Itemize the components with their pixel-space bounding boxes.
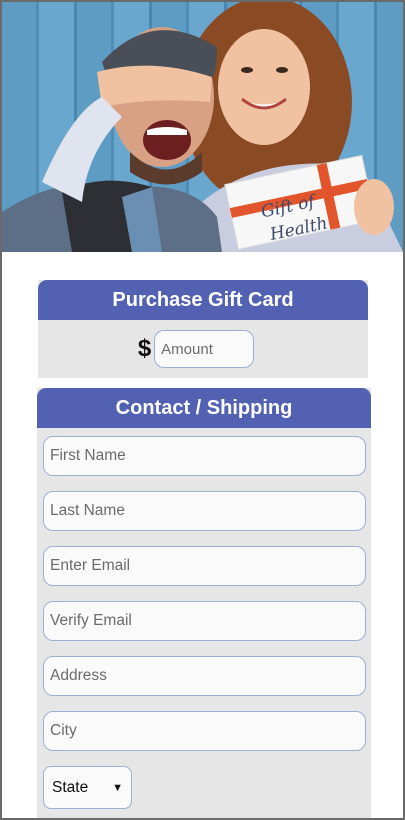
page-frame: Gift of Health Purchase Gift Card $ Cont…: [0, 0, 405, 820]
address-field[interactable]: [43, 656, 366, 696]
email-field[interactable]: [43, 546, 366, 586]
purchase-gift-card-panel: Purchase Gift Card $: [38, 280, 368, 378]
city-field[interactable]: [43, 711, 366, 751]
contact-shipping-panel: Contact / Shipping State ▼: [37, 388, 371, 818]
amount-input[interactable]: [154, 330, 255, 368]
amount-row: $: [38, 320, 368, 378]
contact-shipping-title: Contact / Shipping: [37, 388, 371, 428]
purchase-gift-card-title: Purchase Gift Card: [38, 280, 368, 320]
chevron-down-icon: ▼: [112, 781, 123, 794]
state-select[interactable]: State ▼: [43, 766, 132, 809]
hero-illustration: Gift of Health: [2, 2, 403, 252]
currency-symbol: $: [137, 335, 152, 362]
verify-email-field[interactable]: [43, 601, 366, 641]
hero-image: Gift of Health: [2, 2, 403, 252]
state-select-value: State: [52, 778, 89, 796]
first-name-field[interactable]: [43, 436, 366, 476]
last-name-field[interactable]: [43, 491, 366, 531]
